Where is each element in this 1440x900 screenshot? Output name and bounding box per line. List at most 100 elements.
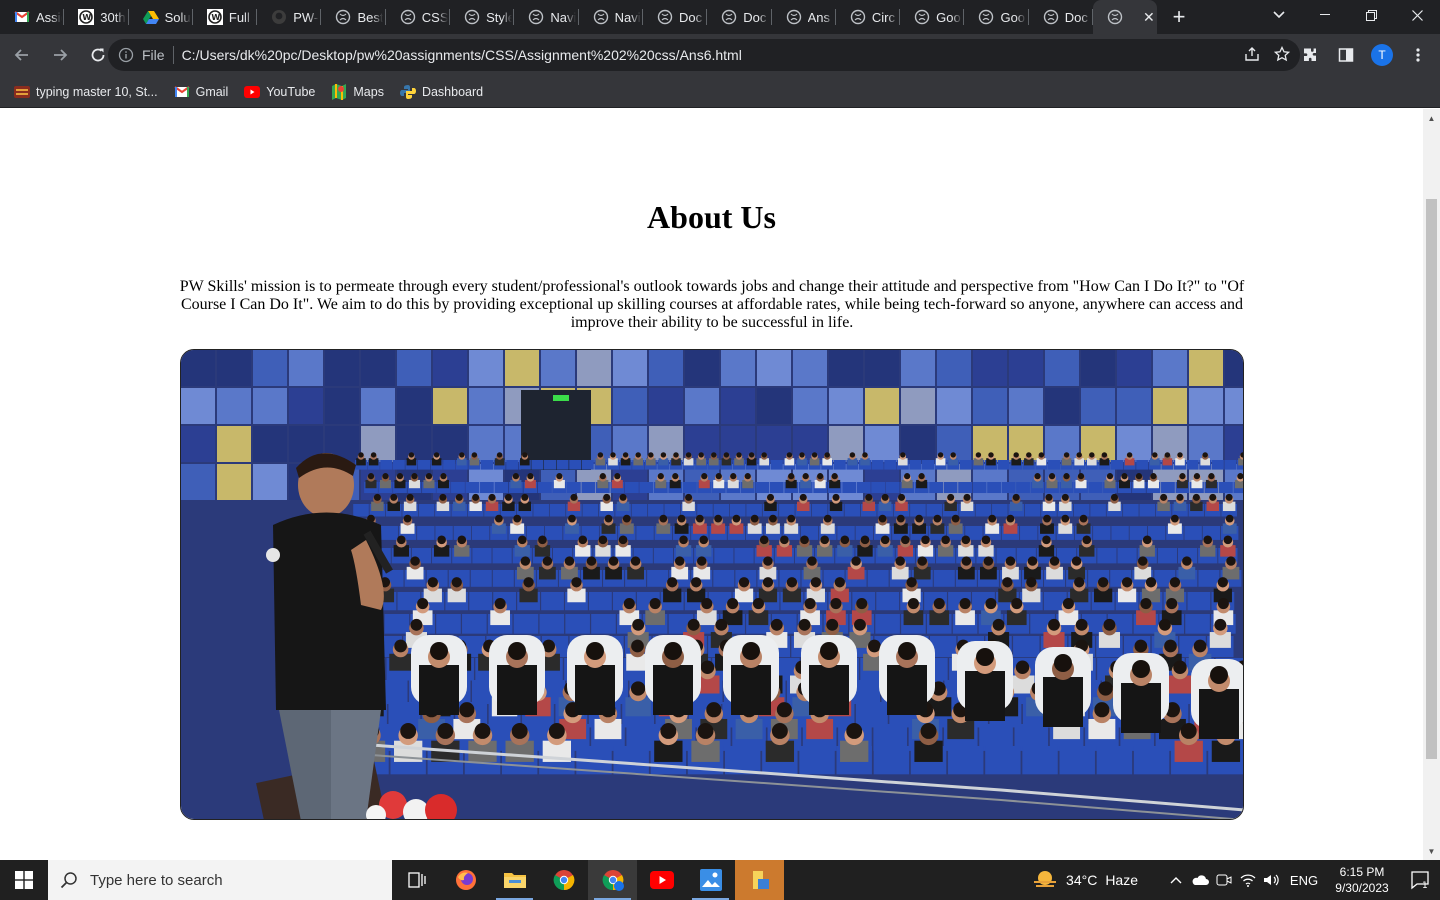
info-icon[interactable]	[118, 47, 134, 63]
tab-label: Goo	[936, 9, 961, 25]
address-url[interactable]: C:/Users/dk%20pc/Desktop/pw%20assignment…	[182, 47, 742, 63]
globe-icon	[657, 9, 673, 25]
address-bar[interactable]: File C:/Users/dk%20pc/Desktop/pw%20assig…	[108, 39, 1300, 71]
tab-item[interactable]: Doc	[1029, 0, 1094, 34]
show-hidden-icons-button[interactable]	[1164, 876, 1188, 884]
forward-button[interactable]	[44, 39, 76, 71]
tab-label: Style	[486, 9, 513, 25]
tab-label: Best	[357, 9, 384, 25]
restore-button[interactable]	[1348, 0, 1394, 30]
tab-item[interactable]: Style	[450, 0, 515, 34]
bookmark-item[interactable]: Dashboard	[399, 84, 484, 100]
profile-button[interactable]: T	[1366, 39, 1398, 71]
notifications-button[interactable]: 1	[1400, 870, 1440, 890]
minimize-button[interactable]	[1302, 0, 1348, 30]
tab-search-button[interactable]	[1262, 0, 1296, 30]
scroll-down-icon[interactable]: ▼	[1423, 844, 1440, 858]
reload-icon	[91, 48, 105, 62]
youtube-taskbar-button[interactable]	[637, 860, 686, 900]
page-title: About Us	[647, 199, 776, 235]
meet-now-icon[interactable]	[1212, 873, 1236, 887]
clock-date: 9/30/2023	[1335, 881, 1389, 895]
bookmark-label: Dashboard	[421, 84, 484, 99]
tab-item[interactable]: CSS	[386, 0, 451, 34]
globe-icon	[464, 9, 480, 25]
tab-item[interactable]: Best	[321, 0, 386, 34]
auditorium-illustration	[181, 350, 1243, 819]
side-panel-button[interactable]	[1330, 39, 1362, 71]
bookmark-item[interactable]: Gmail	[174, 84, 228, 100]
new-tab-button[interactable]: +	[1157, 0, 1201, 34]
tab-item[interactable]: W 30th	[64, 0, 129, 34]
scroll-up-icon[interactable]: ▲	[1423, 111, 1440, 125]
tab-item[interactable]: Assig	[0, 0, 65, 34]
github-icon	[271, 9, 287, 25]
bookmark-item[interactable]: typing master 10, St...	[14, 84, 158, 100]
about-paragraph: PW Skills' mission is to permeate throug…	[179, 278, 1245, 331]
taskbar-clock[interactable]: 6:15 PM 9/30/2023	[1324, 864, 1400, 896]
bookmark-label: YouTube	[266, 84, 316, 99]
tab-item[interactable]: PW-S	[257, 0, 322, 34]
chevron-up-icon	[1170, 877, 1182, 884]
maps-icon	[331, 83, 347, 100]
tab-label: 30th	[100, 9, 126, 25]
tab-item[interactable]: Goo	[900, 0, 965, 34]
tab-item[interactable]: Circ	[836, 0, 901, 34]
window-controls	[1302, 0, 1440, 34]
file-explorer-taskbar-button[interactable]	[490, 860, 539, 900]
scroll-thumb[interactable]	[1426, 199, 1437, 759]
page-scrollbar[interactable]: ▲ ▼	[1423, 109, 1440, 860]
tab-active[interactable]: ✕	[1093, 0, 1158, 34]
tab-item[interactable]: Goo	[964, 0, 1029, 34]
globe-icon	[914, 9, 930, 25]
browser-toolbar: File C:/Users/dk%20pc/Desktop/pw%20assig…	[0, 34, 1440, 76]
avatar: T	[1371, 44, 1393, 66]
onedrive-icon[interactable]	[1188, 874, 1212, 886]
youtube-icon	[244, 84, 261, 100]
tab-item[interactable]: Navi	[579, 0, 643, 34]
document-app-icon	[752, 871, 769, 889]
chrome-taskbar-button[interactable]	[539, 860, 588, 900]
wifi-icon[interactable]	[1236, 873, 1260, 887]
tab-item[interactable]: Doc	[707, 0, 772, 34]
extensions-button[interactable]	[1294, 39, 1326, 71]
taskbar-search[interactable]: Type here to search	[48, 860, 392, 900]
svg-text:1: 1	[1422, 881, 1428, 890]
globe-icon	[850, 9, 866, 25]
tab-item[interactable]: Ans	[772, 0, 836, 34]
globe-icon	[1043, 9, 1059, 25]
gmail-icon	[14, 9, 30, 25]
close-window-button[interactable]	[1394, 0, 1440, 30]
menu-button[interactable]	[1402, 39, 1434, 71]
weather-condition: Haze	[1105, 872, 1138, 888]
chrome-profile-icon	[602, 870, 624, 891]
tab-item[interactable]: Navi	[514, 0, 579, 34]
chrome-icon	[553, 870, 574, 891]
toolbar-actions: T	[1294, 39, 1434, 71]
chrome-profile-taskbar-button[interactable]	[588, 860, 637, 900]
close-tab-icon[interactable]: ✕	[1143, 9, 1155, 26]
bookmark-star-icon[interactable]	[1273, 45, 1291, 65]
app-taskbar-button[interactable]	[735, 860, 784, 900]
tab-item[interactable]: W Full S	[193, 0, 258, 34]
weather-widget[interactable]: 34°C Haze	[1032, 869, 1138, 891]
task-view-button[interactable]	[392, 860, 441, 900]
volume-icon[interactable]	[1260, 873, 1284, 887]
back-button[interactable]	[6, 39, 38, 71]
restore-icon	[1365, 9, 1377, 21]
share-icon[interactable]	[1244, 46, 1260, 65]
puzzle-icon	[1304, 48, 1316, 61]
tab-item[interactable]: Solu	[129, 0, 193, 34]
svg-text:W: W	[83, 13, 92, 22]
task-view-icon	[407, 872, 426, 888]
photos-taskbar-button[interactable]	[686, 860, 735, 900]
bookmark-item[interactable]: YouTube	[244, 84, 315, 100]
start-button[interactable]	[0, 860, 48, 900]
tab-item[interactable]: Doc	[643, 0, 708, 34]
clock-time: 6:15 PM	[1339, 865, 1385, 879]
bookmark-item[interactable]: Maps	[331, 83, 384, 100]
tab-label: CSS	[421, 9, 448, 25]
firefox-taskbar-button[interactable]	[441, 860, 490, 900]
language-indicator[interactable]: ENG	[1284, 873, 1324, 888]
globe-icon	[721, 9, 737, 25]
